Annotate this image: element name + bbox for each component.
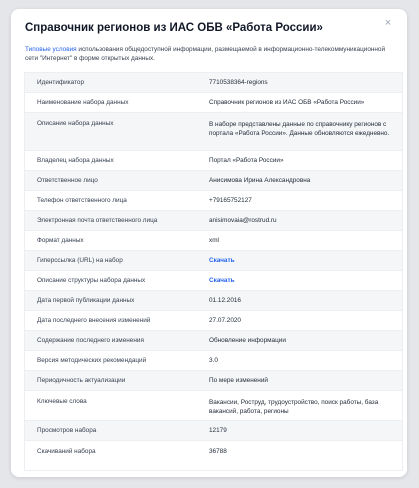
table-row: Дата последнего внесения изменений 27.07.… — [25, 311, 402, 331]
modal-title: Справочник регионов из ИАС ОБВ «Работа Р… — [25, 22, 323, 34]
row-key: Электронная почта ответственного лица — [37, 217, 158, 224]
row-value: Анисимова Ирина Александровна — [209, 177, 311, 184]
row-key: Периодичность актуализации — [37, 377, 126, 384]
row-value: Портал «Работа России» — [209, 157, 284, 164]
row-key: Дата последнего внесения изменений — [37, 317, 151, 324]
row-key: Идентификатор — [37, 79, 85, 86]
table-row: Содержание последнего изменения Обновлени… — [25, 331, 402, 351]
row-key: Ключевые слова — [37, 398, 87, 405]
row-key: Дата первой публикации данных — [37, 297, 135, 304]
table-row: Формат данных xml — [25, 231, 402, 251]
row-value: Обновление информации — [209, 337, 286, 344]
row-key: Содержание последнего изменения — [37, 337, 144, 344]
table-row: Версия методических рекомендаций 3.0 — [25, 351, 402, 371]
table-row: Периодичность актуализации По мере измене… — [25, 371, 402, 391]
table-row: Наименование набора данных Справочник рег… — [25, 93, 402, 113]
terms-text: использования общедоступной информации, … — [25, 46, 386, 62]
row-value: Справочник регионов из ИАС ОБВ «Работа Р… — [209, 99, 365, 106]
row-value: Скачать — [199, 271, 402, 290]
row-value: В наборе представлены данные по справочн… — [209, 121, 390, 137]
dataset-info-table: Идентификатор 7710538364-regions Наименова… — [24, 72, 403, 471]
row-key: Владелец набора данных — [37, 157, 114, 164]
row-key: Телефон ответственного лица — [37, 197, 127, 204]
table-row: Просмотров набора 12179 — [25, 421, 402, 441]
row-key: Гиперссылка (URL) на набор — [37, 257, 123, 264]
row-value: 27.07.2020 — [209, 317, 241, 324]
row-value: 36788 — [209, 447, 227, 455]
row-value: Скачать — [199, 251, 402, 270]
row-key: Просмотров набора — [37, 427, 97, 434]
row-key: Описание набора данных — [37, 120, 114, 127]
table-row: Гиперссылка (URL) на набор Скачать — [25, 251, 402, 271]
row-value: 01.12.2016 — [209, 297, 241, 304]
download-dataset-link[interactable]: Скачать — [209, 256, 235, 265]
row-value: По мере изменений — [209, 377, 268, 384]
terms-description: Типовые условия использования общедоступ… — [25, 45, 393, 63]
table-row: Описание набора данных В наборе представл… — [25, 113, 402, 151]
table-row: Ответственное лицо Анисимова Ирина Алекса… — [25, 171, 402, 191]
dataset-modal: Справочник регионов из ИАС ОБВ «Работа Р… — [11, 9, 407, 477]
table-row: Описание структуры набора данных Скачать — [25, 271, 402, 291]
table-row: Дата первой публикации данных 01.12.2016 — [25, 291, 402, 311]
table-row: Владелец набора данных Портал «Работа Рос… — [25, 151, 402, 171]
terms-link[interactable]: Типовые условия — [25, 46, 77, 53]
row-key: Версия методических рекомендаций — [37, 357, 147, 364]
download-structure-link[interactable]: Скачать — [209, 276, 235, 285]
row-value: 12179 — [209, 427, 227, 434]
close-icon[interactable]: × — [382, 17, 394, 29]
row-value: xml — [209, 237, 219, 244]
table-row: Ключевые слова Вакансии, Роструд, трудоус… — [25, 391, 402, 421]
row-key: Наименование набора данных — [37, 99, 129, 106]
row-key: Скачиваний набора — [37, 447, 96, 455]
table-row: Телефон ответственного лица +79165752127 — [25, 191, 402, 211]
table-row: Идентификатор 7710538364-regions — [25, 73, 402, 93]
row-key: Описание структуры набора данных — [37, 277, 146, 284]
row-value: 3.0 — [209, 357, 218, 364]
table-row: Скачиваний набора 36788 — [25, 441, 402, 461]
row-key: Ответственное лицо — [37, 177, 98, 184]
row-value: Вакансии, Роструд, трудоустройство, поис… — [209, 399, 379, 415]
table-row: Электронная почта ответственного лица ani… — [25, 211, 402, 231]
row-value: +79165752127 — [209, 197, 252, 204]
row-value: 7710538364-regions — [209, 79, 268, 86]
row-value: anisimovaia@rostrud.ru — [209, 217, 277, 224]
row-key: Формат данных — [37, 237, 84, 244]
